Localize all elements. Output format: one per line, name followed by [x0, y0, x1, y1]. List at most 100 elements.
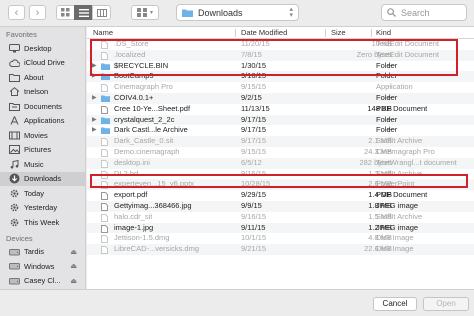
file-row[interactable]: Jettison-1.5.dmg 10/1/15 4.8 MB Disk Image — [87, 233, 474, 244]
sidebar-item-this-week[interactable]: This Week — [0, 215, 85, 230]
folder-icon — [101, 117, 110, 124]
open-button[interactable]: Open — [423, 297, 469, 311]
file-name: $RECYCLE.BIN — [114, 60, 169, 70]
file-row[interactable]: ▶ Dark Castl...le Archive 9/17/15 -- Folder — [87, 125, 474, 136]
file-date: 9/11/15 — [241, 222, 266, 232]
column-kind[interactable]: Kind — [376, 27, 391, 39]
file-row[interactable]: Cree 10-Ye...Sheet.pdf 11/13/15 148 KB PDF … — [87, 104, 474, 115]
file-date: 9/15/15 — [241, 146, 267, 156]
disclosure-triangle-icon[interactable]: ▶ — [92, 125, 97, 136]
sidebar-item-downloads[interactable]: Downloads — [0, 171, 85, 186]
eject-icon[interactable]: ⏏ — [70, 277, 77, 285]
arrange-button[interactable]: ▾ — [131, 5, 159, 20]
file-date: 9/15/15 — [241, 82, 267, 92]
file-kind: TextEdit Document — [376, 39, 439, 48]
sidebar-item-windows[interactable]: Windows ⏏ — [0, 259, 85, 274]
document-icon — [101, 192, 110, 201]
file-kind: Folder — [376, 125, 398, 135]
view-column-button[interactable] — [92, 5, 111, 20]
file-name: DL2.bd — [114, 168, 139, 178]
file-row[interactable]: halo.cdr_sit 9/16/15 1.5 MB StuffIt Archive — [87, 212, 474, 223]
document-icon — [101, 224, 110, 233]
file-row[interactable]: Gettyimag...368466.jpg 9/9/15 1.8 MB JPEG i… — [87, 200, 474, 212]
file-kind: Disk Image — [376, 233, 414, 243]
file-kind: Folder — [376, 92, 398, 102]
downloads-icon — [8, 173, 20, 184]
view-list-button[interactable] — [74, 5, 93, 20]
back-button[interactable]: ‹ — [8, 5, 25, 20]
sidebar-item-tnelson[interactable]: tnelson — [0, 85, 85, 100]
file-row[interactable]: experteven...15_v6.pptx 10/28/15 2.6 MB Pow… — [87, 179, 474, 191]
column-size[interactable]: Size — [331, 27, 346, 39]
column-date-modified[interactable]: Date Modified — [241, 27, 287, 39]
devices-list: Tardis⏏Windows⏏Casey Cl...⏏Mary — [0, 245, 85, 290]
file-kind: JPEG image — [376, 222, 419, 232]
file-row[interactable]: Dark_Castle_0.sit 9/17/15 2.1 MB StuffIt Ar… — [87, 136, 474, 147]
file-row[interactable]: image-1.jpg 9/11/15 1.2 MB JPEG image — [87, 222, 474, 234]
file-row[interactable]: .localized 7/8/15 Zero bytes TextEdit Docum… — [87, 49, 474, 61]
cancel-button[interactable]: Cancel — [373, 297, 417, 311]
disclosure-triangle-icon[interactable]: ▶ — [92, 61, 97, 72]
file-row[interactable]: desktop.ini 6/5/12 282 bytes TextWrangl...t… — [87, 157, 474, 169]
document-icon — [101, 170, 110, 179]
applications-icon — [8, 116, 20, 126]
sidebar-item-documents[interactable]: Documents — [0, 99, 85, 114]
updown-chevron-icon: ▴ ▾ — [289, 5, 293, 19]
sidebar-item-label: Pictures — [24, 145, 52, 155]
file-date: 6/5/12 — [241, 157, 262, 167]
cloud-icon — [8, 58, 20, 68]
file-row[interactable]: DL2.bd 9/16/15 1.2 MB StuffIt Archive — [87, 169, 474, 180]
file-row[interactable]: Demo.cinemagraph 9/15/15 24.3 MB Cinemagrap… — [87, 147, 474, 158]
folder-icon — [101, 73, 110, 81]
file-row[interactable]: ▶ crystalquest_2_2c 9/17/15 -- Folder — [87, 114, 474, 126]
devices-header: Devices — [6, 233, 33, 243]
column-name[interactable]: Name — [93, 27, 113, 39]
file-row[interactable]: ▶ COIV4.0.1+ 9/2/15 -- Folder — [87, 92, 474, 104]
view-icon-button[interactable] — [56, 5, 75, 20]
sidebar-item-icloud-drive[interactable]: iCloud Drive — [0, 56, 85, 71]
pictures-icon — [8, 145, 20, 155]
documents-icon — [8, 101, 20, 111]
folder-icon — [101, 63, 110, 70]
file-kind: PowerPoint — [376, 179, 415, 189]
file-row[interactable]: .DS_Store 11/20/15 10 KB TextEdit Document — [87, 39, 474, 50]
file-date: 11/20/15 — [241, 39, 270, 48]
sidebar-item-about[interactable]: About — [0, 70, 85, 85]
disclosure-triangle-icon[interactable]: ▶ — [92, 93, 97, 104]
search-field[interactable]: Search — [381, 4, 467, 21]
sidebar-item-pictures[interactable]: Pictures — [0, 143, 85, 158]
disclosure-triangle-icon[interactable]: ▶ — [92, 115, 97, 126]
column-header: Name Date Modified Size Kind — [87, 27, 474, 39]
file-kind: Application — [376, 82, 413, 92]
file-name: .DS_Store — [114, 39, 149, 48]
sidebar-item-yesterday[interactable]: Yesterday — [0, 201, 85, 216]
sidebar-item-music[interactable]: Music — [0, 157, 85, 172]
file-row[interactable]: LibreCAD-...versicks.dmg 9/21/15 22.6 MB Di… — [87, 244, 474, 255]
file-row[interactable]: ▶ BootCamp5 9/16/15 -- Folder — [87, 71, 474, 83]
document-icon — [101, 235, 110, 244]
file-name: .localized — [114, 49, 146, 59]
sidebar-item-applications[interactable]: Applications — [0, 114, 85, 129]
file-date: 9/16/15 — [241, 211, 267, 221]
eject-icon[interactable]: ⏏ — [70, 248, 77, 256]
sidebar-item-casey-cl[interactable]: Casey Cl... ⏏ — [0, 274, 85, 289]
disclosure-triangle-icon[interactable]: ▶ — [92, 71, 97, 82]
eject-icon[interactable]: ⏏ — [70, 262, 77, 270]
document-icon — [101, 41, 110, 49]
column-divider — [371, 29, 372, 37]
sidebar-item-today[interactable]: Today — [0, 186, 85, 201]
location-popup[interactable]: Downloads ▴ ▾ — [176, 4, 299, 21]
sidebar-item-label: About — [24, 72, 44, 82]
file-row[interactable]: export.pdf 9/29/15 1.4 MB PDF Document — [87, 190, 474, 201]
chevron-down-icon: ▾ — [149, 10, 153, 16]
sidebar-item-label: This Week — [24, 217, 60, 227]
disk-icon — [8, 276, 20, 286]
sidebar-item-tardis[interactable]: Tardis ⏏ — [0, 245, 85, 260]
sidebar-item-desktop[interactable]: Desktop — [0, 41, 85, 56]
sidebar-item-movies[interactable]: Movies — [0, 128, 85, 143]
file-row[interactable]: ▶ $RECYCLE.BIN 1/30/15 -- Folder — [87, 61, 474, 72]
file-date: 11/13/15 — [241, 103, 270, 113]
gear-icon — [8, 217, 20, 227]
forward-button[interactable]: › — [29, 5, 46, 20]
file-row[interactable]: Cinemagraph Pro 9/15/15 -- Application — [87, 82, 474, 93]
